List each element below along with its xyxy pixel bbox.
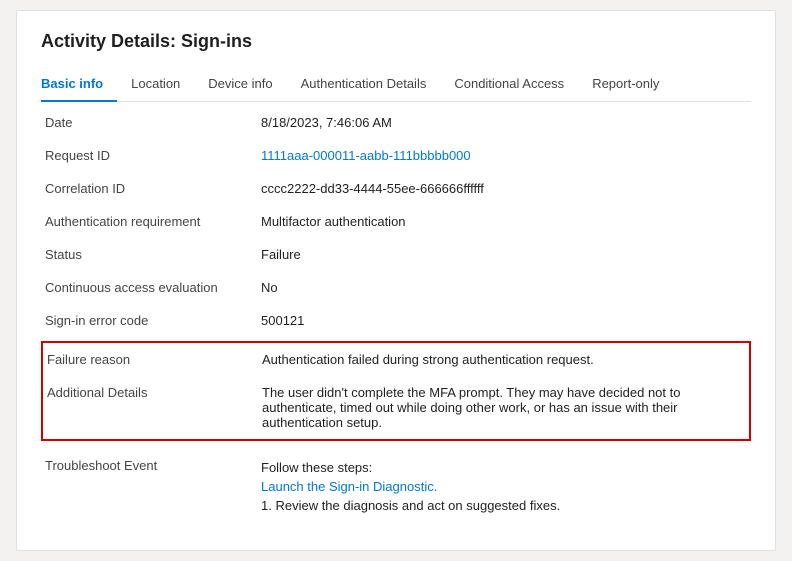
field-value[interactable]: 1111aaa-000011-aabb-111bbbbb000: [261, 139, 751, 172]
table-row: Sign-in error code 500121: [41, 304, 751, 337]
field-value: 500121: [261, 304, 751, 337]
troubleshoot-row: Troubleshoot Event Follow these steps: L…: [41, 449, 751, 526]
field-label: Request ID: [41, 139, 261, 172]
table-row: Status Failure: [41, 238, 751, 271]
request-id-link[interactable]: 1111aaa-000011-aabb-111bbbbb000: [261, 148, 471, 163]
table-row: Authentication requirement Multifactor a…: [41, 205, 751, 238]
troubleshoot-content: Follow these steps: Launch the Sign-in D…: [261, 449, 751, 526]
troubleshoot-table: Troubleshoot Event Follow these steps: L…: [41, 449, 751, 526]
field-value: 8/18/2023, 7:46:06 AM: [261, 106, 751, 139]
table-row: Request ID 1111aaa-000011-aabb-111bbbbb0…: [41, 139, 751, 172]
field-label: Failure reason: [42, 342, 262, 376]
field-value: Failure: [261, 238, 751, 271]
page-title: Activity Details: Sign-ins: [41, 31, 751, 52]
tab-basic-info[interactable]: Basic info: [41, 68, 117, 101]
table-row: Date 8/18/2023, 7:46:06 AM: [41, 106, 751, 139]
field-label: Date: [41, 106, 261, 139]
table-row-additional: Additional Details The user didn't compl…: [42, 376, 750, 440]
info-table: Date 8/18/2023, 7:46:06 AM Request ID 11…: [41, 106, 751, 337]
field-label: Sign-in error code: [41, 304, 261, 337]
troubleshoot-steps: Follow these steps: Launch the Sign-in D…: [261, 460, 743, 513]
field-label: Additional Details: [42, 376, 262, 440]
field-value: No: [261, 271, 751, 304]
field-value: Multifactor authentication: [261, 205, 751, 238]
tab-device-info[interactable]: Device info: [194, 68, 286, 101]
field-value: cccc2222-dd33-4444-55ee-666666ffffff: [261, 172, 751, 205]
tab-location[interactable]: Location: [117, 68, 194, 101]
highlighted-section: Failure reason Authentication failed dur…: [41, 341, 751, 441]
field-value: The user didn't complete the MFA prompt.…: [262, 376, 750, 440]
launch-diagnostic-link[interactable]: Launch the Sign-in Diagnostic.: [261, 479, 437, 494]
tab-content: Date 8/18/2023, 7:46:06 AM Request ID 11…: [41, 106, 751, 526]
troubleshoot-label: Troubleshoot Event: [41, 449, 261, 526]
follow-text: Follow these steps:: [261, 460, 743, 475]
tab-bar: Basic info Location Device info Authenti…: [41, 68, 751, 102]
field-label: Correlation ID: [41, 172, 261, 205]
field-value: Authentication failed during strong auth…: [262, 342, 750, 376]
field-label: Status: [41, 238, 261, 271]
table-row-failure: Failure reason Authentication failed dur…: [42, 342, 750, 376]
field-label: Continuous access evaluation: [41, 271, 261, 304]
activity-details-panel: Activity Details: Sign-ins Basic info Lo…: [16, 10, 776, 551]
tab-report-only[interactable]: Report-only: [578, 68, 673, 101]
tab-authentication-details[interactable]: Authentication Details: [287, 68, 441, 101]
field-label: Authentication requirement: [41, 205, 261, 238]
step-1: 1. Review the diagnosis and act on sugge…: [261, 498, 743, 513]
table-row: Continuous access evaluation No: [41, 271, 751, 304]
tab-conditional-access[interactable]: Conditional Access: [440, 68, 578, 101]
table-row: Correlation ID cccc2222-dd33-4444-55ee-6…: [41, 172, 751, 205]
